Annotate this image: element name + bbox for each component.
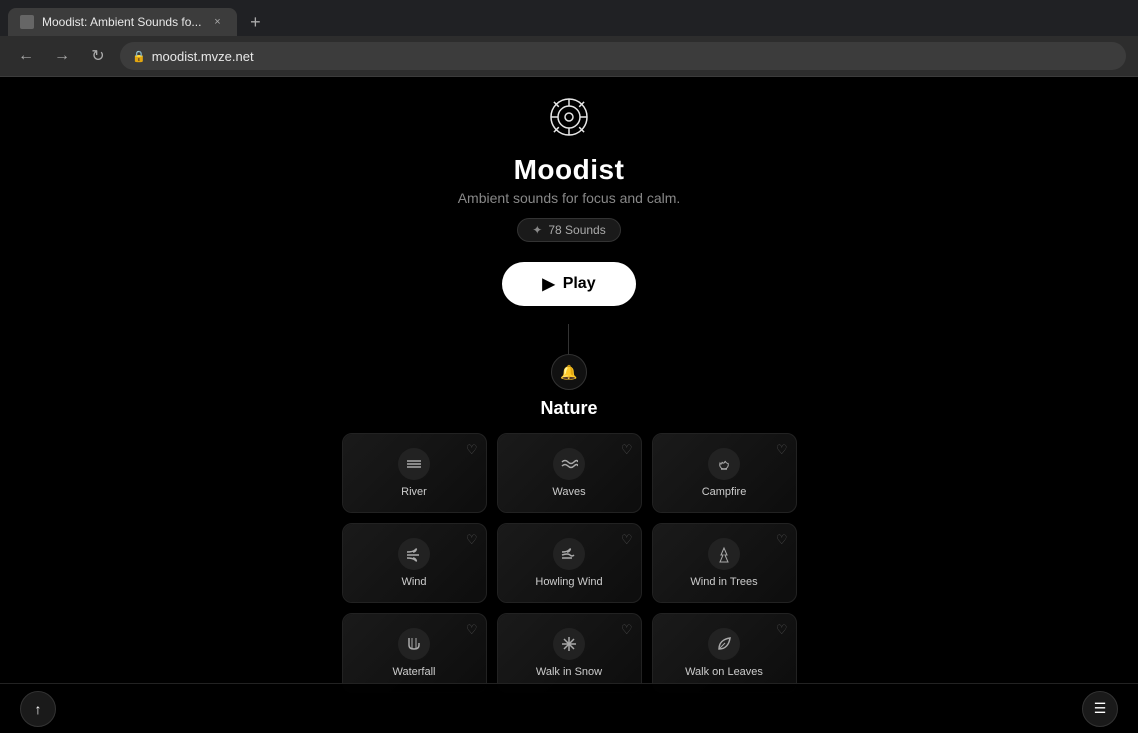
app-logo-icon xyxy=(549,97,589,146)
refresh-button[interactable]: ↻ xyxy=(84,42,112,70)
sound-card-waves[interactable]: ♡ Waves xyxy=(497,433,642,513)
heart-icon-wind-in-trees[interactable]: ♡ xyxy=(776,532,788,548)
browser-controls: ← → ↻ 🔒 moodist.mvze.net xyxy=(0,36,1138,76)
badge-star-icon: ✦ xyxy=(532,223,542,237)
sound-icon-waves xyxy=(553,448,585,480)
heart-icon-howling-wind[interactable]: ♡ xyxy=(621,532,633,548)
bell-icon: 🔔 xyxy=(560,364,577,381)
sound-icon-campfire xyxy=(708,448,740,480)
scroll-up-icon: ↑ xyxy=(35,701,42,717)
forward-button[interactable]: → xyxy=(48,42,76,70)
sound-name-waves: Waves xyxy=(552,486,585,498)
active-tab[interactable]: Moodist: Ambient Sounds fo... × xyxy=(8,8,237,36)
sound-card-howling-wind[interactable]: ♡ Howling Wind xyxy=(497,523,642,603)
bottom-bar: ↑ ☰ xyxy=(0,683,1138,733)
sound-card-walk-on-leaves[interactable]: ♡ Walk on Leaves xyxy=(652,613,797,693)
sound-card-campfire[interactable]: ♡ Campfire xyxy=(652,433,797,513)
heart-icon-waterfall[interactable]: ♡ xyxy=(466,622,478,638)
sound-icon-walk-on-leaves xyxy=(708,628,740,660)
sound-icon-howling-wind xyxy=(553,538,585,570)
tab-title: Moodist: Ambient Sounds fo... xyxy=(42,15,201,29)
address-bar[interactable]: 🔒 moodist.mvze.net xyxy=(120,42,1126,70)
sound-card-wind-in-trees[interactable]: ♡ Wind in Trees xyxy=(652,523,797,603)
menu-icon: ☰ xyxy=(1094,700,1107,717)
app-header: Moodist Ambient sounds for focus and cal… xyxy=(458,77,681,242)
heart-icon-walk-on-leaves[interactable]: ♡ xyxy=(776,622,788,638)
sound-card-wind[interactable]: ♡ Wind xyxy=(342,523,487,603)
tab-favicon xyxy=(20,15,34,29)
sound-name-wind-in-trees: Wind in Trees xyxy=(690,576,757,588)
heart-icon-river[interactable]: ♡ xyxy=(466,442,478,458)
sound-card-walk-in-snow[interactable]: ♡ Walk in Snow xyxy=(497,613,642,693)
sound-name-river: River xyxy=(401,486,427,498)
sound-name-walk-in-snow: Walk in Snow xyxy=(536,666,602,678)
sounds-grid: ♡River♡Waves♡Campfire♡Wind♡Howling Wind♡… xyxy=(342,433,797,693)
browser-chrome: Moodist: Ambient Sounds fo... × + ← → ↻ … xyxy=(0,0,1138,77)
play-icon: ▶ xyxy=(542,274,554,294)
address-url: moodist.mvze.net xyxy=(152,49,254,64)
app-title: Moodist xyxy=(514,154,625,186)
tab-close-button[interactable]: × xyxy=(209,14,225,30)
sound-icon-waterfall xyxy=(398,628,430,660)
sound-icon-walk-in-snow xyxy=(553,628,585,660)
section-title: Nature xyxy=(540,398,597,419)
sound-icon-wind-in-trees xyxy=(708,538,740,570)
badge-text: 78 Sounds xyxy=(548,223,605,237)
sound-name-walk-on-leaves: Walk on Leaves xyxy=(685,666,763,678)
new-tab-button[interactable]: + xyxy=(241,8,269,36)
sound-card-river[interactable]: ♡ River xyxy=(342,433,487,513)
lock-icon: 🔒 xyxy=(132,50,146,63)
connector-line xyxy=(568,324,569,354)
sound-name-wind: Wind xyxy=(401,576,426,588)
tab-bar: Moodist: Ambient Sounds fo... × + xyxy=(0,0,1138,36)
page-content: Moodist Ambient sounds for focus and cal… xyxy=(0,77,1138,733)
play-button[interactable]: ▶ Play xyxy=(502,262,635,306)
app-subtitle: Ambient sounds for focus and calm. xyxy=(458,190,681,206)
sound-name-waterfall: Waterfall xyxy=(393,666,436,678)
heart-icon-wind[interactable]: ♡ xyxy=(466,532,478,548)
sound-name-howling-wind: Howling Wind xyxy=(535,576,602,588)
sounds-badge: ✦ 78 Sounds xyxy=(517,218,620,242)
sound-name-campfire: Campfire xyxy=(702,486,747,498)
play-label: Play xyxy=(563,275,596,293)
heart-icon-waves[interactable]: ♡ xyxy=(621,442,633,458)
sound-icon-wind xyxy=(398,538,430,570)
section-connector: 🔔 Nature xyxy=(540,324,597,419)
heart-icon-walk-in-snow[interactable]: ♡ xyxy=(621,622,633,638)
nature-section-icon: 🔔 xyxy=(551,354,587,390)
scroll-up-button[interactable]: ↑ xyxy=(20,691,56,727)
menu-button[interactable]: ☰ xyxy=(1082,691,1118,727)
heart-icon-campfire[interactable]: ♡ xyxy=(776,442,788,458)
sound-icon-river xyxy=(398,448,430,480)
sound-card-waterfall[interactable]: ♡ Waterfall xyxy=(342,613,487,693)
back-button[interactable]: ← xyxy=(12,42,40,70)
